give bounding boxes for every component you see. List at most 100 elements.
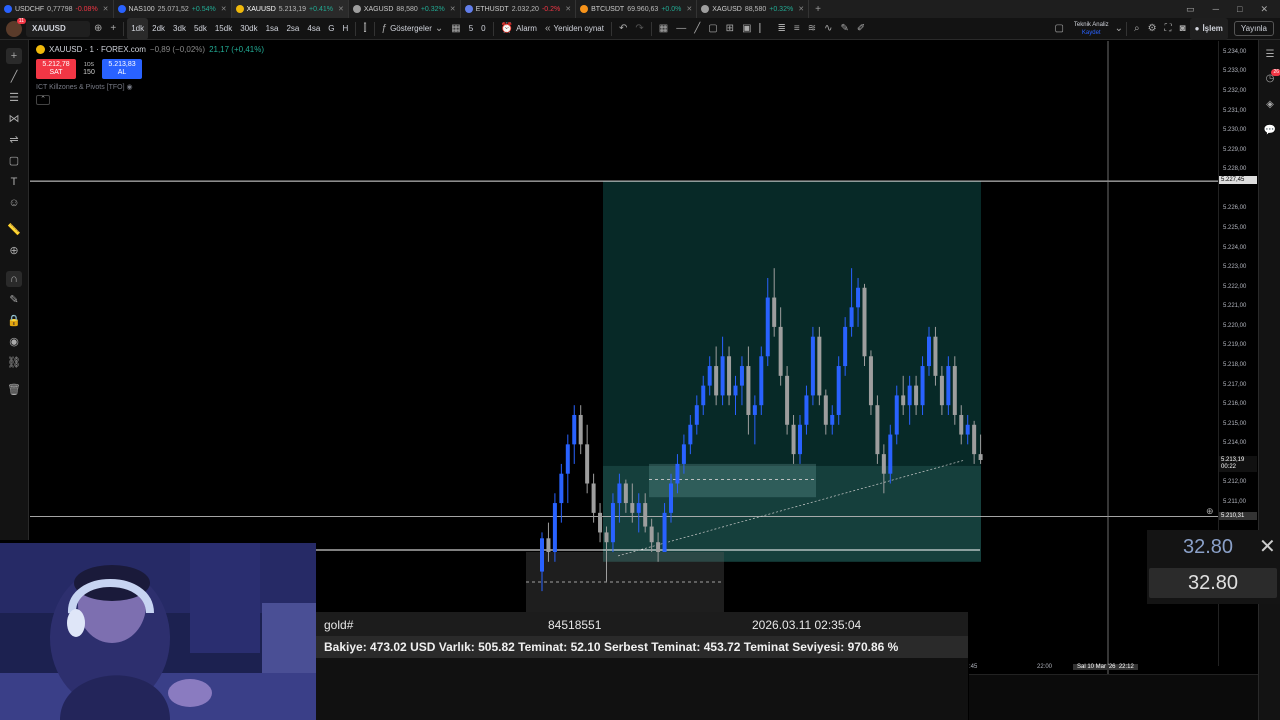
stay-drawing-icon[interactable]: ✎	[6, 292, 22, 308]
interval-2sa[interactable]: 2sa	[282, 18, 303, 40]
pattern-tool-icon[interactable]: ⋈	[6, 111, 22, 127]
tab-change: -0.08%	[75, 5, 98, 13]
maximize-icon[interactable]: □	[1237, 4, 1242, 15]
rectangle-tool-icon[interactable]: ▢	[704, 18, 721, 40]
notification-badge: 11	[16, 17, 26, 24]
alarm-button[interactable]: ⏰ Alarm	[497, 18, 541, 40]
close-tab-icon[interactable]: ✕	[565, 5, 571, 13]
interval-5dk[interactable]: 5dk	[190, 18, 211, 40]
link-icon[interactable]: ⛓	[6, 355, 22, 371]
trade-row[interactable]: gold# 84518551 2026.03.11 02:35:04	[316, 612, 968, 636]
ruler-icon[interactable]: 📏	[6, 222, 22, 238]
layers-icon[interactable]: ◈	[1263, 98, 1277, 112]
add-compare-icon[interactable]: ⊕	[90, 18, 106, 40]
symbol-label: XAUUSD	[32, 24, 66, 33]
hide-icon[interactable]: ◉	[6, 334, 22, 350]
forecast-tool-icon[interactable]: ⇌	[6, 132, 22, 148]
close-tab-icon[interactable]: ✕	[338, 5, 344, 13]
settings-gear-icon[interactable]: ⚙	[1144, 18, 1161, 40]
shape-tool-icon[interactable]: ▢	[6, 153, 22, 169]
indicator-legend[interactable]: ICT Killzones & Pivots [TFO] ◉	[36, 83, 133, 91]
chevron-down-icon[interactable]: ⌄	[1115, 23, 1123, 34]
parallel-tool-icon[interactable]: ≋	[804, 18, 820, 40]
add-symbol-icon[interactable]: +	[106, 18, 120, 40]
chat-icon[interactable]: 💬	[1263, 124, 1277, 138]
line-tool-icon[interactable]: ╱	[6, 69, 22, 85]
eye-icon[interactable]: ◉	[127, 84, 133, 91]
layout-name[interactable]: Teknik Analiz Kaydet	[1068, 21, 1115, 37]
interval-2dk[interactable]: 2dk	[148, 18, 169, 40]
close-window-icon[interactable]: ✕	[1260, 4, 1268, 15]
fib-tool-icon[interactable]: ≡	[790, 18, 804, 40]
close-tab-icon[interactable]: ✕	[798, 5, 804, 13]
table-tool-icon[interactable]: ⊞	[722, 18, 738, 40]
template-count-2[interactable]: 0	[477, 18, 489, 40]
magnet-icon[interactable]: ∩	[6, 271, 22, 287]
trade-button[interactable]: ● İşlem	[1189, 17, 1228, 40]
interval-15dk[interactable]: 15dk	[211, 18, 236, 40]
lock-icon[interactable]: 🔒	[6, 313, 22, 329]
avatar[interactable]: 11	[6, 17, 26, 37]
close-tab-icon[interactable]: ✕	[221, 5, 227, 13]
tab-usdchf[interactable]: USDCHF 0,77798 -0.08% ✕	[0, 0, 114, 18]
profit-value-button[interactable]: 32.80	[1149, 568, 1277, 598]
interval-H[interactable]: H	[339, 18, 353, 40]
interval-1sa[interactable]: 1sa	[262, 18, 283, 40]
interval-30dk[interactable]: 30dk	[236, 18, 261, 40]
candle-type-icon[interactable]: ⫿	[359, 18, 370, 40]
close-tab-icon[interactable]: ✕	[450, 5, 456, 13]
interval-G[interactable]: G	[324, 18, 338, 40]
new-tab-icon[interactable]: +	[809, 4, 827, 15]
brush-tool-icon[interactable]: ✎	[837, 18, 853, 40]
tab-xagusd[interactable]: XAGUSD 88,580 +0.32% ✕	[697, 0, 810, 18]
layout-icon[interactable]: ▭	[1186, 4, 1195, 15]
alerts-clock-icon[interactable]: ◷ 26	[1263, 69, 1280, 86]
zoom-in-icon[interactable]: ⊕	[6, 243, 22, 259]
symbol-search[interactable]: XAUUSD	[26, 20, 90, 37]
interval-3dk[interactable]: 3dk	[169, 18, 190, 40]
crosshair-icon[interactable]: +	[6, 48, 22, 64]
collapse-legend-icon[interactable]: ⌃	[36, 95, 50, 105]
legend-title[interactable]: XAUUSD · 1 · FOREX.com	[49, 45, 146, 54]
grid-tool-icon[interactable]: ▦	[655, 18, 672, 40]
pen-tool-icon[interactable]: ✐	[853, 18, 869, 40]
fullscreen-icon[interactable]: ⛶	[1161, 18, 1176, 40]
trendline-tool-icon[interactable]: ╱	[690, 18, 704, 40]
undo-icon[interactable]: ↶	[615, 18, 631, 40]
channel-tool-icon[interactable]: ≣	[774, 18, 790, 40]
candle-body	[810, 336, 815, 396]
close-tab-icon[interactable]: ✕	[103, 5, 109, 13]
minimize-icon[interactable]: ─	[1213, 4, 1219, 15]
redo-icon[interactable]: ↷	[631, 18, 647, 40]
interval-1dk[interactable]: 1dk	[127, 17, 149, 40]
tab-nas100[interactable]: NAS100 25.071,52 +0.54% ✕	[114, 0, 232, 18]
tab-xauusd[interactable]: XAUUSD 5.213,19 +0.41% ✕	[231, 0, 349, 18]
add-alert-plus-icon[interactable]: ⊕	[1206, 506, 1214, 517]
layout-box-icon[interactable]: ▢	[1050, 18, 1067, 40]
text-tool-icon[interactable]: T	[6, 174, 22, 190]
tab-ethusdt[interactable]: ETHUSDT 2.032,20 -0.2% ✕	[461, 0, 577, 18]
close-tab-icon[interactable]: ✕	[686, 5, 692, 13]
publish-button[interactable]: Yayınla	[1233, 21, 1274, 36]
watchlist-icon[interactable]: ☰	[1263, 48, 1277, 62]
time-axis[interactable]: :45 22:00 Sal 10 Mar '26 22:12	[969, 662, 1218, 674]
fib-retracement-icon[interactable]: ☰	[6, 90, 22, 106]
path-tool-icon[interactable]: ∿	[820, 18, 836, 40]
sell-button[interactable]: 5.212,78 SAT	[36, 59, 76, 79]
trash-icon[interactable]: 🗑	[6, 382, 22, 398]
interval-4sa[interactable]: 4sa	[303, 18, 324, 40]
hline-tool-icon[interactable]: —	[672, 18, 690, 40]
indicators-button[interactable]: ƒ Göstergeler ⌄	[378, 18, 448, 40]
tab-btcusdt[interactable]: BTCUSDT 69.960,63 +0.0% ✕	[576, 0, 698, 18]
emoji-icon[interactable]: ☺	[6, 195, 22, 211]
template-count-1[interactable]: 5	[465, 18, 477, 40]
replay-button[interactable]: «Yeniden oynat	[541, 18, 608, 40]
tab-xagusd[interactable]: XAGUSD 88,580 +0.32% ✕	[349, 0, 461, 18]
vline-tool-icon[interactable]: ⎸	[756, 18, 774, 40]
templates-icon[interactable]: ▦	[447, 18, 464, 40]
box-tool-icon[interactable]: ▣	[738, 18, 755, 40]
search-icon[interactable]: ⌕	[1130, 18, 1144, 40]
close-position-icon[interactable]: ✕	[1259, 534, 1276, 559]
buy-button[interactable]: 5.213,83 AL	[102, 59, 142, 79]
camera-icon[interactable]: ◙	[1176, 18, 1190, 40]
